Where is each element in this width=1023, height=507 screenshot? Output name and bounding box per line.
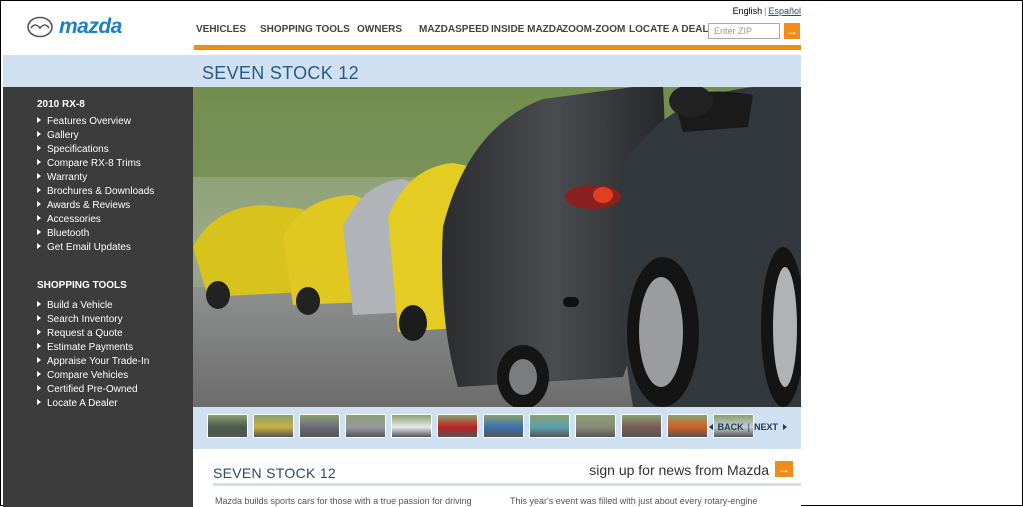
sidebar-vehicle-heading: 2010 RX-8 (37, 99, 85, 110)
sidebar-item-compare-vehicles[interactable]: Compare Vehicles (37, 369, 149, 383)
sidebar-item-email-updates[interactable]: Get Email Updates (37, 241, 154, 255)
gallery-thumbnail-strip: BACK | NEXT (193, 407, 801, 449)
sidebar-item-inventory[interactable]: Search Inventory (37, 313, 149, 327)
language-switch: English | Español (732, 6, 801, 16)
gallery-thumbnail[interactable] (437, 414, 478, 438)
nav-underline (194, 45, 801, 50)
car-lineup-photo (193, 87, 801, 407)
mazda-logo[interactable]: mazda (27, 15, 122, 39)
nav-mazdaspeed[interactable]: MAZDASPEED (419, 24, 491, 35)
zip-go-button[interactable]: → (784, 23, 800, 39)
sidebar-item-awards[interactable]: Awards & Reviews (37, 199, 154, 213)
gallery-thumbnail[interactable] (483, 414, 524, 438)
sidebar-item-build[interactable]: Build a Vehicle (37, 299, 149, 313)
section-divider (213, 483, 801, 486)
sidebar-item-brochures[interactable]: Brochures & Downloads (37, 185, 154, 199)
language-current: English (732, 6, 763, 16)
page-title: SEVEN STOCK 12 (202, 63, 359, 83)
gallery-next-link[interactable]: NEXT (754, 422, 778, 432)
nav-owners[interactable]: OWNERS (357, 24, 419, 35)
article-content: SEVEN STOCK 12 sign up for news from Maz… (193, 449, 801, 507)
page: mazda English | Español VEHICLES SHOPPING … (3, 3, 801, 507)
sidebar-item-specifications[interactable]: Specifications (37, 143, 154, 157)
gallery-thumbnail[interactable] (345, 414, 386, 438)
nav-shopping-tools[interactable]: SHOPPING TOOLS (260, 24, 357, 35)
mazda-emblem-icon (27, 16, 53, 38)
article-text-left: Mazda builds sports cars for those with … (215, 496, 472, 506)
sidebar-item-gallery[interactable]: Gallery (37, 129, 154, 143)
sidebar-item-features[interactable]: Features Overview (37, 115, 154, 129)
sidebar-tools-heading: SHOPPING TOOLS (37, 280, 127, 291)
gallery-thumbnail[interactable] (391, 414, 432, 438)
nav-zoom-zoom[interactable]: ZOOM-ZOOM (562, 24, 629, 35)
gallery-thumbnail[interactable] (621, 414, 662, 438)
newsletter-go-button[interactable]: → (775, 461, 793, 477)
gallery-thumbnail[interactable] (529, 414, 570, 438)
gallery-back-link[interactable]: BACK (718, 422, 744, 432)
sidebar: 2010 RX-8 Features Overview Gallery Spec… (3, 87, 193, 507)
back-arrow-icon (708, 424, 713, 430)
sidebar-tools-list: Build a Vehicle Search Inventory Request… (37, 299, 149, 411)
sidebar-item-accessories[interactable]: Accessories (37, 213, 154, 227)
gallery-thumbnail[interactable] (207, 414, 248, 438)
gallery-thumbnail[interactable] (667, 414, 708, 438)
thumbnail-list (207, 414, 754, 438)
sidebar-vehicle-list: Features Overview Gallery Specifications… (37, 115, 154, 255)
nav-vehicles[interactable]: VEHICLES (196, 24, 260, 35)
main-nav: VEHICLES SHOPPING TOOLS OWNERS MAZDASPEE… (196, 24, 723, 35)
sidebar-item-cpo[interactable]: Certified Pre-Owned (37, 383, 149, 397)
next-arrow-icon (783, 424, 787, 430)
article-text-right: This year's event was filled with just a… (510, 496, 758, 506)
nav-inside-mazda[interactable]: INSIDE MAZDA (491, 24, 563, 35)
gallery-thumbnail[interactable] (575, 414, 616, 438)
gallery-pager: BACK | NEXT (708, 422, 787, 432)
zip-input[interactable]: Enter ZIP (708, 23, 780, 39)
gallery-main-photo (193, 87, 801, 407)
sidebar-item-bluetooth[interactable]: Bluetooth (37, 227, 154, 241)
site-header: mazda English | Español VEHICLES SHOPPING … (3, 3, 801, 55)
section-title: SEVEN STOCK 12 (213, 465, 336, 481)
brand-name: mazda (59, 15, 122, 38)
sidebar-item-quote[interactable]: Request a Quote (37, 327, 149, 341)
sidebar-item-trade-in[interactable]: Appraise Your Trade-In (37, 355, 149, 369)
language-alternate-link[interactable]: Español (768, 6, 801, 16)
newsletter-signup-link[interactable]: sign up for news from Mazda (589, 462, 769, 478)
sidebar-item-locate-dealer[interactable]: Locate A Dealer (37, 397, 149, 411)
gallery-thumbnail[interactable] (299, 414, 340, 438)
sidebar-item-warranty[interactable]: Warranty (37, 171, 154, 185)
sidebar-item-payments[interactable]: Estimate Payments (37, 341, 149, 355)
title-band: SEVEN STOCK 12 (3, 55, 801, 87)
sidebar-item-compare-trims[interactable]: Compare RX-8 Trims (37, 157, 154, 171)
gallery-thumbnail[interactable] (253, 414, 294, 438)
